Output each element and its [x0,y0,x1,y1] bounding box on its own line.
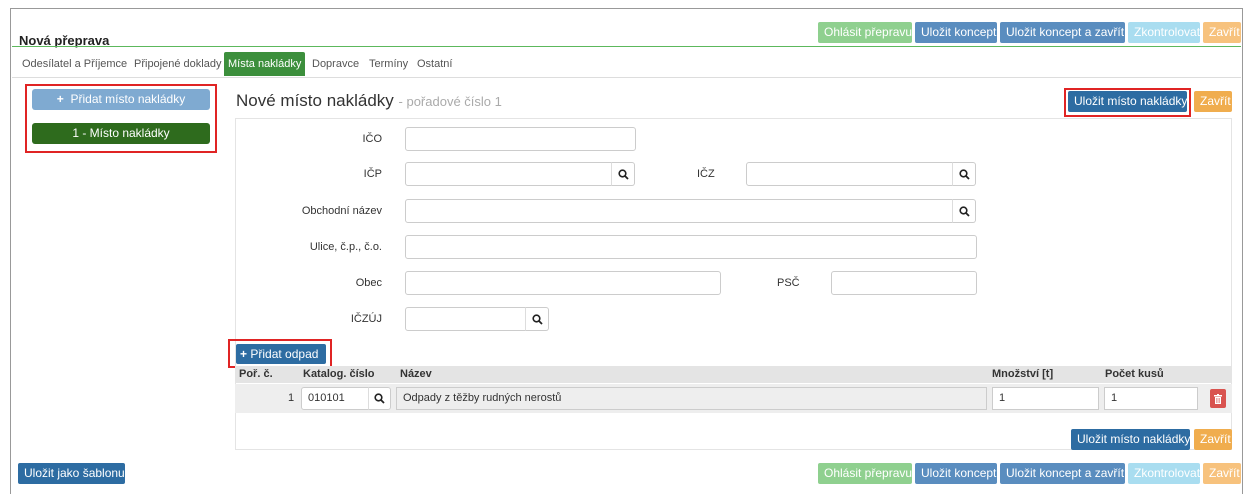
tab-dopravce[interactable]: Dopravce [308,52,363,76]
plus-icon: + [56,92,64,106]
add-waste-label: Přidat odpad [250,347,319,361]
ohlasit-prepravu-button[interactable]: Ohlásit přepravu [818,22,912,43]
obchodni-nazev-label: Obchodní název [301,205,382,217]
catalog-search-button[interactable] [368,387,391,410]
col-pocet-kusu: Počet kusů [1105,368,1164,380]
ulozit-koncept-a-zavrit-button[interactable]: Uložit koncept a zavřít [1000,22,1125,43]
add-loading-place-label: Přidat místo nakládky [70,92,186,106]
save-as-template-button[interactable]: Uložit jako šablonu [18,463,125,484]
zkontrolovat-bottom-button[interactable]: Zkontrolovat [1128,463,1200,484]
ulozit-koncept-a-zavrit-bottom-button[interactable]: Uložit koncept a zavřít [1000,463,1125,484]
zkontrolovat-button[interactable]: Zkontrolovat [1128,22,1200,43]
search-icon [958,168,970,180]
catalog-input[interactable]: 010101 [301,387,369,410]
tab-odesilatel[interactable]: Odesílatel a Příjemce [18,52,131,76]
add-loading-place-button[interactable]: + Přidat místo nakládky [32,89,210,110]
sidebar-item-loading-place[interactable]: 1 - Místo nakládky [32,123,210,144]
ohlasit-prepravu-bottom-button[interactable]: Ohlásit přepravu [818,463,912,484]
row-index: 1 [288,392,295,404]
search-icon [958,205,970,217]
delete-row-button[interactable] [1210,389,1226,408]
search-icon [374,393,385,404]
icz-label: IČZ [697,168,715,180]
waste-name-field: Odpady z těžby rudných nerostů [396,387,987,410]
table-row: 1 010101 Odpady z těžby rudných nerostů … [235,384,1232,413]
close-form-bottom-button[interactable]: Zavřít [1194,429,1232,450]
tab-pripojene-doklady[interactable]: Připojené doklady [130,52,225,76]
icp-search-button[interactable] [611,162,635,186]
ico-label: IČO [362,133,382,145]
col-mnozstvi: Množství [t] [992,368,1054,380]
ulozit-koncept-bottom-button[interactable]: Uložit koncept [915,463,997,484]
search-icon [531,313,543,325]
tab-terminy[interactable]: Termíny [365,52,412,76]
icz-input[interactable] [746,162,953,186]
ico-input[interactable] [405,127,636,151]
psc-input[interactable] [831,271,977,295]
icz-search-button[interactable] [952,162,976,186]
tab-ostatni[interactable]: Ostatní [413,52,456,76]
count-input[interactable]: 1 [1104,387,1198,410]
col-nazev: Název [400,368,432,380]
add-waste-button[interactable]: + Přidat odpad [236,344,326,364]
title-divider [12,46,1241,47]
tab-mista-nakladky[interactable]: Místa nakládky [224,52,306,76]
iczuj-input[interactable] [405,307,526,331]
save-loading-place-button[interactable]: Uložit místo nakládky [1068,91,1187,112]
iczuj-search-button[interactable] [525,307,549,331]
form-subtitle: - pořadové číslo 1 [398,94,502,109]
tab-bar: Odesílatel a Příjemce Připojené doklady … [12,52,1241,78]
plus-icon: + [240,347,248,361]
waste-table-header: Poř. č. Katalog. číslo Název Množství [t… [235,366,1232,383]
search-icon [617,168,629,180]
ulozit-koncept-button[interactable]: Uložit koncept [915,22,997,43]
save-loading-place-bottom-button[interactable]: Uložit místo nakládky [1071,429,1190,450]
close-form-button[interactable]: Zavřít [1194,91,1232,112]
obec-input[interactable] [405,271,721,295]
obec-label: Obec [355,277,382,289]
trash-icon [1214,393,1222,404]
col-por-c: Poř. č. [239,368,273,380]
zavrit-button[interactable]: Zavřít [1203,22,1241,43]
icp-label: IČP [363,168,382,180]
zavrit-bottom-button[interactable]: Zavřít [1203,463,1241,484]
obchodni-nazev-input[interactable] [405,199,953,223]
quantity-input[interactable]: 1 [992,387,1099,410]
col-katalog-cislo: Katalog. číslo [303,368,375,380]
iczuj-label: IČZÚJ [350,313,382,325]
psc-label: PSČ [777,277,800,289]
form-title-text: Nové místo nakládky [236,91,394,110]
ulice-label: Ulice, č.p., č.o. [309,241,382,253]
obchodni-nazev-search-button[interactable] [952,199,976,223]
form-title: Nové místo nakládky - pořadové číslo 1 [236,91,502,111]
icp-input[interactable] [405,162,612,186]
ulice-input[interactable] [405,235,977,259]
